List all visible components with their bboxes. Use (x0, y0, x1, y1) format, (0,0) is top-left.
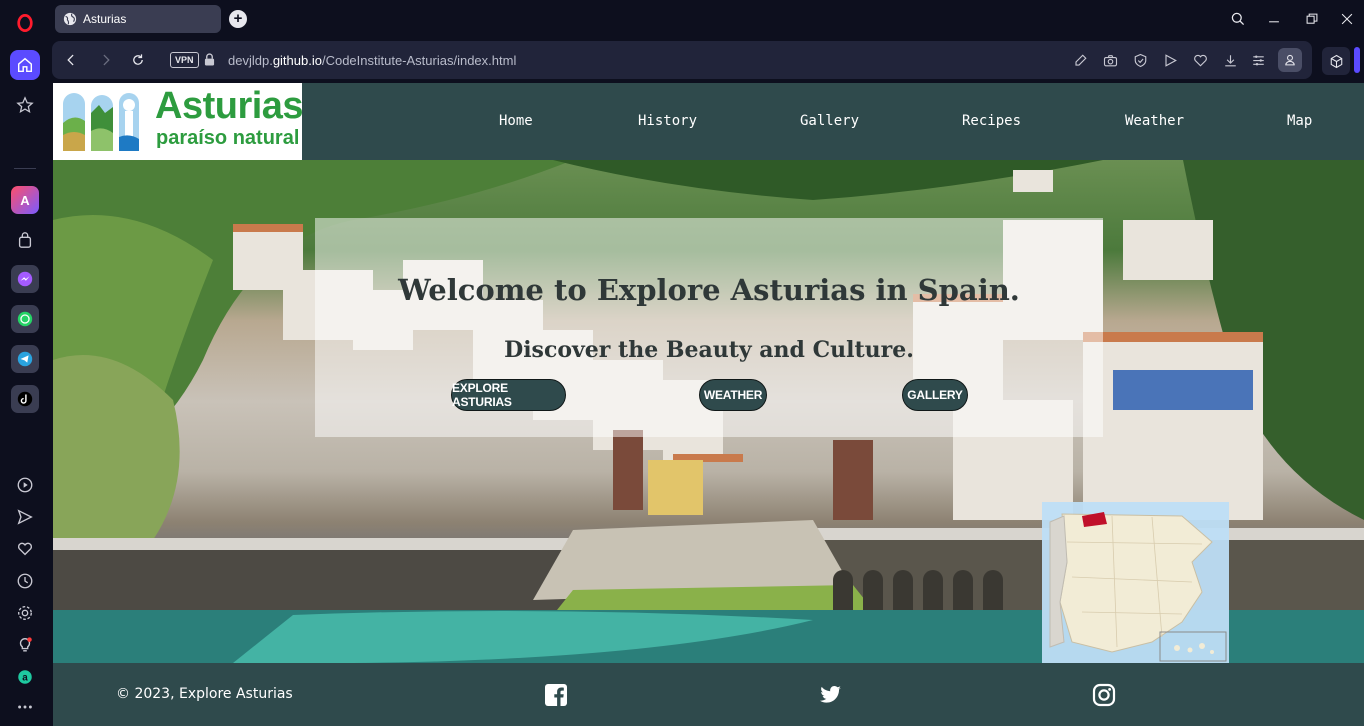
url-prefix: devjldp. (228, 53, 273, 68)
camera-icon[interactable] (1102, 52, 1118, 68)
whatsapp-icon[interactable] (11, 305, 39, 333)
send-icon[interactable] (10, 502, 40, 532)
nav-recipes[interactable]: Recipes (962, 113, 1021, 129)
sidebar-accent (1354, 47, 1360, 73)
spain-location-map[interactable] (1042, 502, 1229, 663)
more-icon[interactable] (10, 692, 40, 722)
browser-sidebar: A a (0, 0, 52, 726)
profile-icon[interactable] (1278, 48, 1302, 72)
shield-icon[interactable] (1132, 52, 1148, 68)
nav-map[interactable]: Map (1287, 113, 1312, 129)
messenger-icon[interactable] (11, 265, 39, 293)
close-button[interactable] (1337, 9, 1357, 29)
amazon-icon[interactable]: a (10, 662, 40, 692)
facebook-icon[interactable] (544, 683, 568, 707)
search-icon[interactable] (1228, 9, 1248, 29)
hero-title: Welcome to Explore Asturias in Spain. (398, 273, 1020, 307)
gallery-button[interactable]: GALLERY (902, 379, 968, 411)
globe-icon (63, 12, 77, 26)
sidebar-divider (14, 168, 36, 169)
edit-icon[interactable] (1072, 52, 1088, 68)
settings-icon[interactable] (10, 598, 40, 628)
lightbulb-icon[interactable] (10, 630, 40, 660)
nav-home[interactable]: Home (499, 113, 533, 129)
svg-text:a: a (22, 673, 28, 684)
address-bar: VPN devjldp.github.io/CodeInstitute-Astu… (52, 41, 1312, 79)
tab-title: Asturias (83, 12, 127, 26)
reload-button[interactable] (129, 51, 147, 69)
telegram-icon[interactable] (11, 345, 39, 373)
page-viewport: Asturias paraíso natural Home History Ga… (53, 83, 1364, 726)
url-path: /CodeInstitute-Asturias/index.html (321, 53, 517, 68)
copyright-text: © 2023, Explore Asturias (116, 686, 293, 702)
easy-setup-icon[interactable] (1250, 52, 1266, 68)
opera-logo-icon[interactable] (10, 8, 40, 38)
logo-subtitle: paraíso natural (156, 127, 300, 149)
heart-icon[interactable] (1192, 52, 1208, 68)
instagram-icon[interactable] (1092, 683, 1116, 707)
tab-asturias[interactable]: Asturias (55, 5, 221, 33)
home-icon[interactable] (10, 50, 40, 80)
site-logo[interactable]: Asturias paraíso natural (53, 83, 304, 160)
star-icon[interactable] (10, 90, 40, 120)
hero-overlay: Welcome to Explore Asturias in Spain. Di… (315, 218, 1103, 437)
forward-button[interactable] (97, 51, 115, 69)
flow-icon[interactable] (1162, 52, 1178, 68)
vpn-badge[interactable]: VPN (170, 52, 199, 68)
player-icon[interactable] (10, 470, 40, 500)
extensions-icon[interactable] (1322, 47, 1350, 75)
heart-icon[interactable] (10, 534, 40, 564)
twitter-icon[interactable] (817, 683, 841, 707)
hero-section: Welcome to Explore Asturias in Spain. Di… (53, 160, 1364, 663)
minimize-button[interactable] (1264, 9, 1284, 29)
nav-weather[interactable]: Weather (1125, 113, 1184, 129)
explore-asturias-button[interactable]: EXPLORE ASTURIAS (451, 379, 566, 411)
site-footer: © 2023, Explore Asturias (53, 663, 1364, 726)
logo-title: Asturias (155, 85, 304, 127)
map-graphic (1049, 512, 1227, 662)
download-icon[interactable] (1222, 52, 1238, 68)
url-domain: github.io (272, 53, 322, 68)
nav-gallery[interactable]: Gallery (800, 113, 859, 129)
site-header: Asturias paraíso natural Home History Ga… (53, 83, 1364, 160)
tiktok-icon[interactable] (11, 385, 39, 413)
hero-subtitle: Discover the Beauty and Culture. (504, 337, 914, 363)
history-icon[interactable] (10, 566, 40, 596)
restore-button[interactable] (1302, 9, 1322, 29)
tab-strip: Asturias + (52, 0, 1364, 38)
nav-history[interactable]: History (638, 113, 697, 129)
logo-graphic (63, 93, 139, 151)
shopping-bag-icon[interactable] (10, 225, 40, 255)
aria-icon[interactable]: A (11, 186, 39, 214)
url-field[interactable]: devjldp.github.io/CodeInstitute-Asturias… (228, 53, 516, 68)
lock-icon[interactable] (204, 53, 215, 66)
weather-button[interactable]: WEATHER (699, 379, 767, 411)
back-button[interactable] (62, 51, 80, 69)
new-tab-button[interactable]: + (229, 10, 247, 28)
